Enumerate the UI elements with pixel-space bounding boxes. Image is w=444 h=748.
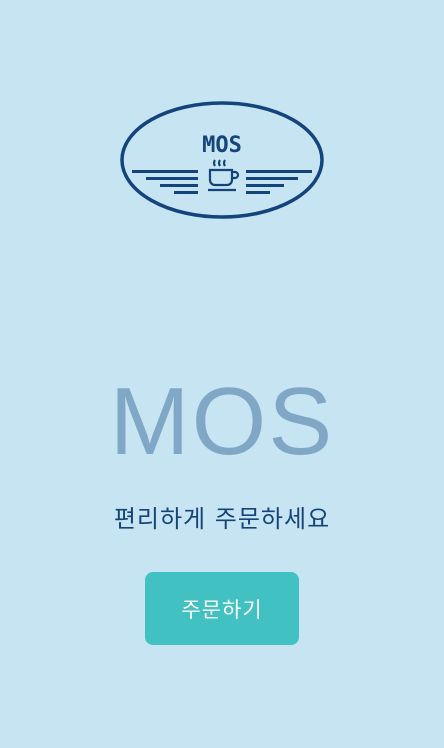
splash-screen: MOS MOS 편리하게 주문하세요 주문하기 [0,0,444,748]
order-button[interactable]: 주문하기 [145,572,299,645]
brand-title: MOS [109,368,335,475]
logo-text: MOS [202,133,242,158]
mos-logo: MOS [118,100,326,220]
left-wing-lines [132,170,198,194]
right-wing-lines [246,170,312,194]
coffee-cup-icon [208,159,240,192]
order-button-label: 주문하기 [181,597,263,622]
tagline: 편리하게 주문하세요 [113,505,331,533]
